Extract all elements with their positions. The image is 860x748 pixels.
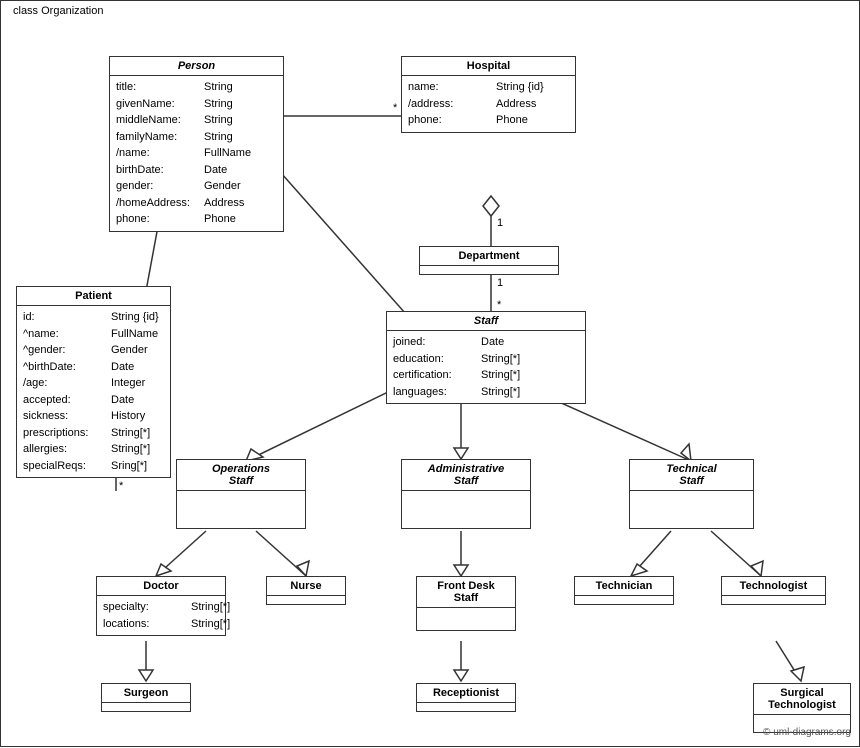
class-nurse: Nurse: [266, 576, 346, 605]
diagram-title: class Organization: [9, 5, 108, 17]
class-patient-body: id:String {id} ^name:FullName ^gender:Ge…: [17, 306, 170, 477]
class-front-desk-staff: Front Desk Staff: [416, 576, 516, 631]
svg-text:*: *: [497, 299, 502, 311]
class-technologist-body: [722, 596, 825, 604]
svg-text:1: 1: [497, 277, 503, 289]
class-technician: Technician: [574, 576, 674, 605]
class-receptionist-body: [417, 703, 515, 711]
class-doctor: Doctor specialty:String[*] locations:Str…: [96, 576, 226, 636]
class-administrative-staff-body: [402, 491, 530, 499]
class-technical-staff-header: Technical Staff: [630, 460, 753, 491]
class-surgeon-header: Surgeon: [102, 684, 190, 703]
svg-text:*: *: [119, 480, 124, 492]
class-surgeon: Surgeon: [101, 683, 191, 712]
class-technologist: Technologist: [721, 576, 826, 605]
class-administrative-staff: Administrative Staff: [401, 459, 531, 529]
class-staff: Staff joined:Date education:String[*] ce…: [386, 311, 586, 404]
class-surgical-technologist-body: [754, 715, 850, 723]
class-front-desk-staff-body: [417, 608, 515, 616]
class-department-header: Department: [420, 247, 558, 266]
class-front-desk-staff-header: Front Desk Staff: [417, 577, 515, 608]
class-patient: Patient id:String {id} ^name:FullName ^g…: [16, 286, 171, 478]
class-doctor-body: specialty:String[*] locations:String[*]: [97, 596, 225, 635]
copyright-text: © uml-diagrams.org: [763, 727, 851, 738]
class-nurse-body: [267, 596, 345, 604]
class-person-body: title:String givenName:String middleName…: [110, 76, 283, 231]
svg-text:*: *: [393, 102, 398, 114]
svg-text:1: 1: [497, 217, 503, 229]
class-surgical-technologist: Surgical Technologist: [753, 683, 851, 733]
class-staff-header: Staff: [387, 312, 585, 331]
class-technician-body: [575, 596, 673, 604]
class-staff-body: joined:Date education:String[*] certific…: [387, 331, 585, 403]
class-technical-staff: Technical Staff: [629, 459, 754, 529]
class-receptionist: Receptionist: [416, 683, 516, 712]
class-hospital-body: name:String {id} /address:Address phone:…: [402, 76, 575, 132]
class-nurse-header: Nurse: [267, 577, 345, 596]
class-hospital-header: Hospital: [402, 57, 575, 76]
class-receptionist-header: Receptionist: [417, 684, 515, 703]
class-technologist-header: Technologist: [722, 577, 825, 596]
diagram-container: class Organization * * 1 * 1 *: [0, 0, 860, 747]
class-surgeon-body: [102, 703, 190, 711]
class-hospital: Hospital name:String {id} /address:Addre…: [401, 56, 576, 133]
class-administrative-staff-header: Administrative Staff: [402, 460, 530, 491]
class-department-body: [420, 266, 558, 274]
class-technical-staff-body: [630, 491, 753, 499]
class-doctor-header: Doctor: [97, 577, 225, 596]
class-operations-staff-body: [177, 491, 305, 499]
class-patient-header: Patient: [17, 287, 170, 306]
class-person: Person title:String givenName:String mid…: [109, 56, 284, 232]
class-surgical-technologist-header: Surgical Technologist: [754, 684, 850, 715]
class-technician-header: Technician: [575, 577, 673, 596]
class-operations-staff-header: Operations Staff: [177, 460, 305, 491]
class-operations-staff: Operations Staff: [176, 459, 306, 529]
class-department: Department: [419, 246, 559, 275]
class-person-header: Person: [110, 57, 283, 76]
